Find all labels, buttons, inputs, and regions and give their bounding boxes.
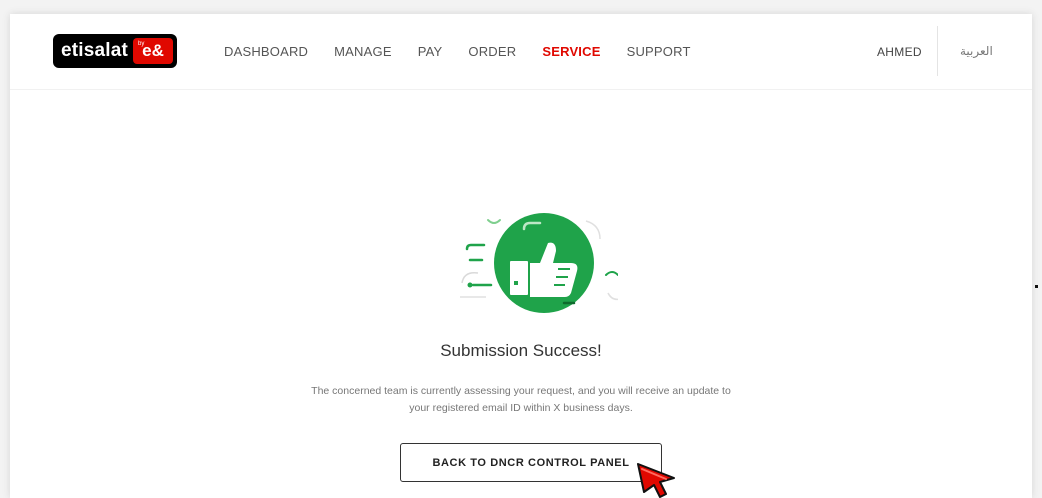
- logo-wordmark: etisalat: [61, 40, 129, 61]
- logo-badge-text: e&: [142, 41, 164, 60]
- success-message-line-1: The concerned team is currently assessin…: [311, 385, 731, 397]
- success-message: The concerned team is currently assessin…: [10, 383, 1032, 417]
- language-switch[interactable]: العربية: [960, 44, 993, 58]
- mouse-pointer-icon: [637, 463, 675, 498]
- nav-order[interactable]: ORDER: [468, 44, 516, 59]
- nav-support[interactable]: SUPPORT: [627, 44, 691, 59]
- eand-badge: by e&: [133, 38, 173, 64]
- logo-badge-by: by: [138, 41, 145, 47]
- header-divider: [937, 26, 938, 76]
- etisalat-logo[interactable]: etisalat by e&: [53, 34, 177, 68]
- nav-manage[interactable]: MANAGE: [334, 44, 392, 59]
- top-navigation-bar: etisalat by e& DASHBOARD MANAGE PAY ORDE…: [10, 14, 1032, 90]
- user-account-menu[interactable]: AHMED: [877, 45, 922, 59]
- stray-dot: [1035, 285, 1038, 288]
- success-message-line-2: your registered email ID within X busine…: [409, 402, 633, 414]
- main-nav: DASHBOARD MANAGE PAY ORDER SERVICE SUPPO…: [224, 44, 717, 59]
- nav-pay[interactable]: PAY: [418, 44, 443, 59]
- nav-service[interactable]: SERVICE: [542, 44, 600, 59]
- nav-dashboard[interactable]: DASHBOARD: [224, 44, 308, 59]
- app-window: etisalat by e& DASHBOARD MANAGE PAY ORDE…: [10, 14, 1032, 498]
- page-title: Submission Success!: [440, 341, 602, 360]
- thumbs-up-success-icon: [460, 213, 618, 313]
- back-to-dncr-control-panel-button[interactable]: BACK TO DNCR CONTROL PANEL: [400, 443, 662, 482]
